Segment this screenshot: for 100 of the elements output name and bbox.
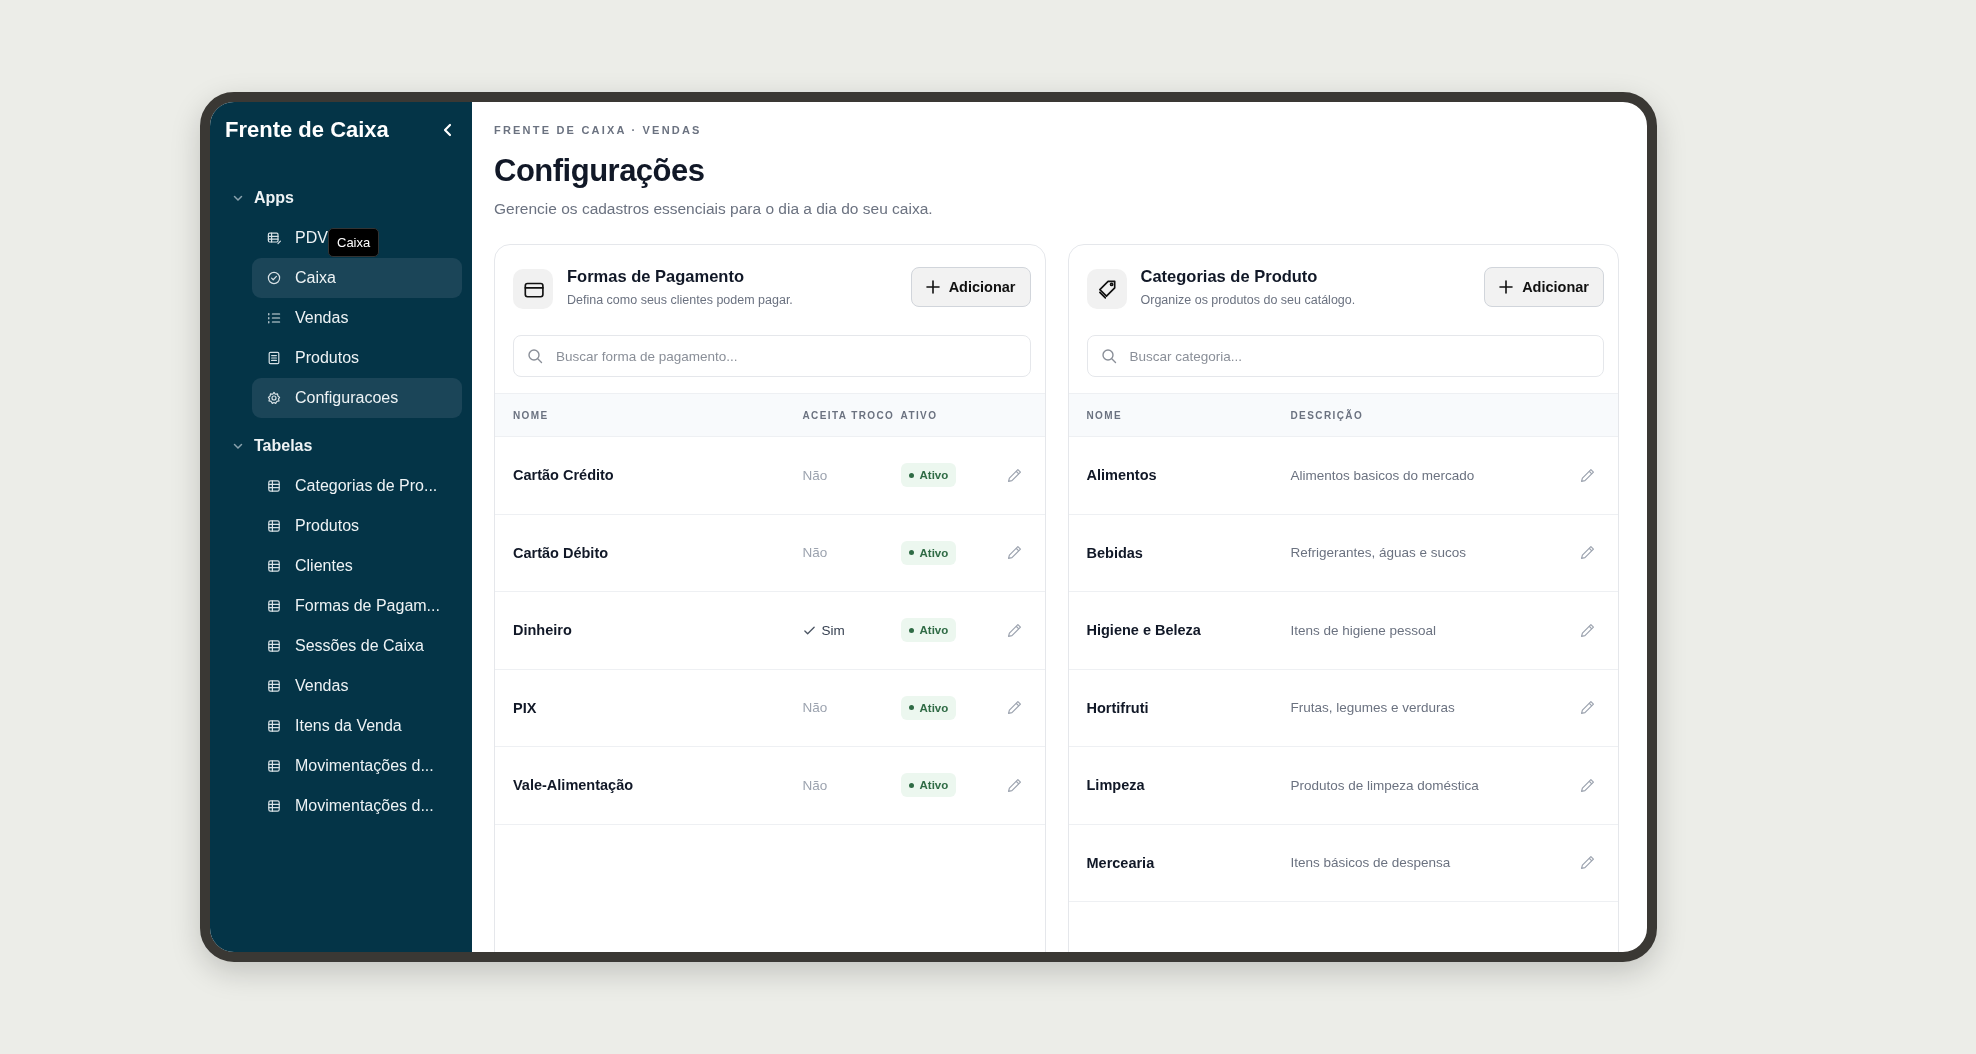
edit-button[interactable] — [1005, 621, 1023, 639]
table-cell-text: Dinheiro — [513, 622, 573, 639]
pencil-icon — [1579, 466, 1596, 484]
check-circle-icon — [266, 270, 282, 286]
sidebar-item[interactable]: Movimentações d... — [252, 746, 442, 786]
card-title: Formas de Pagamento — [567, 267, 745, 286]
pencil-icon — [1005, 621, 1023, 639]
search-icon — [527, 348, 543, 364]
table-cell-text: Vale-Alimentação — [513, 777, 635, 794]
table-cell: Não — [802, 777, 828, 793]
search-icon — [1100, 348, 1117, 364]
pencil-icon — [1579, 621, 1596, 639]
plus-icon — [1499, 280, 1514, 294]
pencil-icon — [1579, 854, 1596, 872]
edit-button[interactable] — [1005, 466, 1023, 484]
breadcrumb: FRENTE DE CAIXA · VENDAS — [494, 124, 703, 136]
edit-button[interactable] — [1579, 776, 1596, 794]
table-edit-icon — [266, 230, 282, 246]
add-button[interactable]: Adicionar — [910, 267, 1031, 307]
page-subtitle: Gerencie os cadastros essenciais para o dia a dia do seu caixa. — [494, 200, 934, 218]
table-cell-text: Frutas, legumes e verduras — [1290, 700, 1456, 716]
column-header: ATIVO — [900, 409, 939, 421]
pencil-icon — [1579, 699, 1596, 717]
card-title: Categorias de Produto — [1140, 267, 1319, 286]
table-cell: Não — [802, 700, 828, 716]
status-badge: Ativo — [900, 695, 957, 720]
document-icon — [266, 350, 282, 366]
list-icon — [266, 310, 282, 326]
page-title: Configurações — [494, 153, 706, 189]
sidebar-item[interactable]: Configuracoes — [252, 378, 462, 418]
section-header[interactable]: Tabelas — [210, 426, 313, 466]
sidebar-item[interactable]: Itens da Venda — [252, 706, 410, 746]
table-cell-text: PIX — [513, 699, 538, 716]
app-title: Frente de Caixa — [225, 117, 389, 143]
column-header: ACEITA TROCO — [802, 409, 896, 421]
table-cell-text: Itens básicos de despensa — [1290, 855, 1452, 871]
section-header[interactable]: Apps — [210, 178, 294, 218]
table-cell-text: Cartão Débito — [513, 544, 610, 561]
table-cell-text: Produtos de limpeza doméstica — [1290, 777, 1480, 793]
column-header: NOME — [1086, 409, 1124, 421]
table-cell-text: Higiene e Beleza — [1086, 622, 1202, 639]
sidebar-item[interactable]: Caixa — [252, 258, 462, 298]
sidebar-item[interactable]: Produtos — [252, 338, 368, 378]
card-subtitle: Organize os produtos do seu catálogo. — [1140, 293, 1357, 307]
table-icon — [266, 718, 282, 734]
tooltip: Caixa — [328, 228, 380, 257]
status-badge: Ativo — [900, 618, 957, 643]
table-cell-text: Itens de higiene pessoal — [1290, 622, 1438, 638]
pencil-icon — [1005, 466, 1023, 484]
pencil-icon — [1579, 544, 1596, 562]
pencil-icon — [1005, 544, 1023, 562]
table-cell-text: Hortifruti — [1086, 699, 1150, 716]
settings-icon — [266, 390, 282, 406]
pencil-icon — [1005, 776, 1023, 794]
table-cell-text: Bebidas — [1086, 544, 1144, 561]
plus-icon — [925, 280, 940, 294]
table-cell: Sim — [802, 622, 845, 638]
table-icon — [266, 638, 282, 654]
table-icon — [266, 478, 282, 494]
sidebar-item[interactable]: Categorias de Pro... — [252, 466, 446, 506]
status-badge: Ativo — [900, 773, 957, 798]
sidebar-item[interactable]: Vendas — [252, 298, 357, 338]
table-icon — [266, 678, 282, 694]
pencil-icon — [1005, 699, 1023, 717]
table-icon — [266, 598, 282, 614]
table-cell-text: Limpeza — [1086, 777, 1146, 794]
table-cell: Não — [802, 545, 828, 561]
table-icon — [266, 518, 282, 534]
edit-button[interactable] — [1579, 699, 1596, 717]
table-cell-text: Alimentos — [1086, 467, 1158, 484]
search-field[interactable]: Buscar categoria... — [1086, 335, 1604, 377]
table-icon — [266, 758, 282, 774]
sidebar-item[interactable]: Sessões de Caixa — [252, 626, 432, 666]
edit-button[interactable] — [1005, 776, 1023, 794]
search-field[interactable]: Buscar forma de pagamento... — [513, 335, 1031, 377]
sidebar-item[interactable]: Movimentações d... — [252, 786, 442, 826]
sidebar-item[interactable]: Clientes — [252, 546, 361, 586]
column-header: DESCRIÇÃO — [1290, 409, 1365, 421]
edit-button[interactable] — [1579, 544, 1596, 562]
edit-button[interactable] — [1579, 466, 1596, 484]
table-cell-text: Alimentos basicos do mercado — [1290, 467, 1476, 483]
status-badge: Ativo — [900, 540, 957, 565]
edit-button[interactable] — [1005, 699, 1023, 717]
table-icon — [266, 798, 282, 814]
sidebar-item[interactable]: Vendas — [252, 666, 357, 706]
table-cell-text: Mercearia — [1086, 854, 1156, 871]
status-badge: Ativo — [900, 463, 957, 488]
column-header: NOME — [513, 409, 550, 421]
table-cell-text: Refrigerantes, águas e sucos — [1290, 545, 1468, 561]
edit-button[interactable] — [1579, 854, 1596, 872]
sidebar-item[interactable]: Produtos — [252, 506, 368, 546]
add-button[interactable]: Adicionar — [1484, 267, 1604, 307]
table-cell: Não — [802, 467, 828, 483]
sidebar-item[interactable]: Formas de Pagam... — [252, 586, 448, 626]
table-cell-text: Cartão Crédito — [513, 467, 615, 484]
edit-button[interactable] — [1005, 544, 1023, 562]
table-icon — [266, 558, 282, 574]
pencil-icon — [1579, 776, 1596, 794]
edit-button[interactable] — [1579, 621, 1596, 639]
card-subtitle: Defina como seus clientes podem pagar. — [567, 293, 794, 307]
